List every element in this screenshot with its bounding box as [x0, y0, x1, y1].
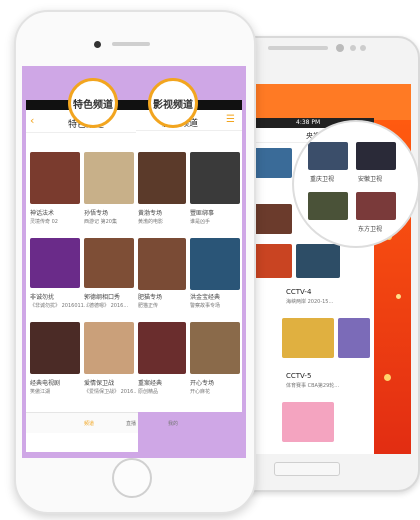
magnified-title-3: 东方卫视	[358, 226, 383, 233]
light-dot	[384, 374, 391, 381]
middle-grid-title-3: 肥猫专场	[138, 294, 163, 301]
middle-grid-sub-4: 警察故事专场	[190, 303, 221, 309]
tab-mine[interactable]: 我的	[168, 420, 178, 427]
light-dot	[396, 294, 401, 299]
magnifier-circle: 重庆卫视 安徽卫视 东方卫视	[292, 120, 420, 248]
back-chevron-icon[interactable]: ‹	[30, 114, 34, 127]
left-grid-thumb-4[interactable]	[84, 238, 134, 288]
left-grid-sub-4: 《德德嗯》 2016...	[84, 303, 129, 309]
left-grid-thumb-3[interactable]	[30, 238, 80, 288]
left-grid-title-5: 经典电视剧	[30, 380, 61, 387]
middle-grid-thumb-4[interactable]	[190, 238, 240, 290]
middle-grid-title-4: 洪金宝经典	[190, 294, 221, 301]
tab-bar	[26, 412, 138, 433]
left-grid-sub-6: 《爱情保卫战》 2016...	[84, 389, 139, 395]
magnified-thumb-3[interactable]	[308, 192, 348, 220]
middle-grid-thumb-6[interactable]	[190, 322, 240, 374]
middle-grid-title-6: 开心专场	[190, 380, 215, 387]
middle-grid-thumb-2[interactable]	[190, 152, 240, 204]
menu-icon[interactable]: ☰	[226, 114, 235, 125]
magnified-thumb-4[interactable]	[356, 192, 396, 220]
tab-channel[interactable]: 频道	[84, 420, 94, 427]
middle-grid-thumb-5[interactable]	[138, 322, 186, 374]
badge-featured-channel: 特色频道	[68, 78, 118, 128]
iphone-screen: ‹ 特色频道 神话法术 灵境传奇 02 孙悟专场 西游记 第20集 非诚勿扰 《…	[22, 66, 246, 458]
left-grid-title-6: 爱情保卫战	[84, 380, 115, 387]
left-grid-sub-2: 西游记 第20集	[84, 219, 117, 225]
back-thumb-4[interactable]	[296, 244, 340, 278]
magnified-title-1: 重庆卫视	[310, 176, 335, 183]
magnified-title-2: 安徽卫视	[358, 176, 383, 183]
left-grid-title-1: 神话法术	[30, 210, 55, 217]
android-sensor-icon	[350, 45, 356, 51]
left-grid-sub-5: 笑傲江湖	[30, 389, 51, 395]
back-thumb-3[interactable]	[252, 244, 292, 278]
orange-banner	[246, 84, 411, 120]
android-speaker	[268, 46, 328, 50]
middle-grid-sub-2: 谁是凶手	[190, 219, 211, 225]
back-status-time: 4:38 PM	[296, 119, 321, 126]
magnified-thumb-1[interactable]	[308, 142, 348, 170]
back-thumb-7[interactable]	[282, 402, 334, 442]
middle-grid-thumb-1[interactable]	[138, 152, 186, 204]
middle-grid-title-1: 黄渤专场	[138, 210, 163, 217]
iphone-camera-icon	[94, 41, 101, 48]
middle-grid-sub-3: 肥猫正传	[138, 303, 159, 309]
back-row-2-title: CCTV-5	[286, 372, 312, 380]
android-home-button[interactable]	[274, 462, 340, 476]
left-grid-title-3: 非诚勿扰	[30, 294, 55, 301]
android-camera-icon	[336, 44, 344, 52]
left-grid-thumb-5[interactable]	[30, 322, 80, 374]
back-thumb-6[interactable]	[338, 318, 370, 358]
back-thumb-5[interactable]	[282, 318, 334, 358]
back-row-1-sub: 海峡两岸 2020-15...	[286, 299, 334, 305]
iphone-home-button[interactable]	[112, 458, 152, 498]
iphone-speaker	[112, 42, 150, 46]
middle-grid-sub-5: 原创精品	[138, 389, 159, 395]
android-sensor2-icon	[360, 45, 366, 51]
magnified-thumb-2[interactable]	[356, 142, 396, 170]
left-grid-sub-3: 《非诚勿扰》 2016011...	[30, 303, 89, 309]
badge-movie-channel: 影视频道	[148, 78, 198, 128]
back-thumb-1[interactable]	[252, 148, 292, 178]
middle-grid-title-5: 重案经典	[138, 380, 163, 387]
left-grid-title-4: 郭德纲相口秀	[84, 294, 121, 301]
left-grid-sub-1: 灵境传奇 02	[30, 219, 58, 225]
back-row-2-sub: 体育赛事 CBA第29轮...	[286, 383, 340, 389]
back-row-1-title: CCTV-4	[286, 288, 312, 296]
tab-live[interactable]: 直播	[126, 420, 136, 427]
middle-grid-sub-6: 开心麻花	[190, 389, 211, 395]
middle-grid-thumb-3[interactable]	[138, 238, 186, 290]
left-grid-title-2: 孙悟专场	[84, 210, 109, 217]
middle-grid-title-2: 豐匪绑事	[190, 210, 215, 217]
left-grid-thumb-1[interactable]	[30, 152, 80, 204]
back-thumb-2[interactable]	[252, 204, 292, 234]
middle-grid-sub-1: 黄渤的电影	[138, 219, 164, 225]
left-grid-thumb-2[interactable]	[84, 152, 134, 204]
left-grid-thumb-6[interactable]	[84, 322, 134, 374]
